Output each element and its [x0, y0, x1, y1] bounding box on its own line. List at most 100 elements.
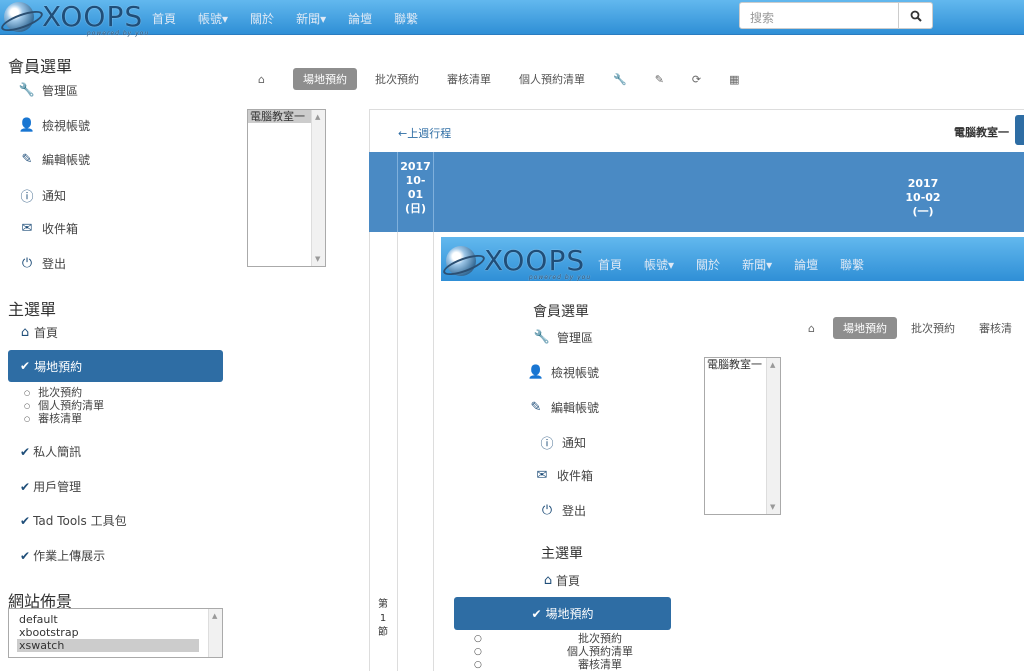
grid-icon[interactable]: ▦: [729, 73, 739, 86]
check-icon: ✔: [20, 479, 31, 494]
pencil-icon: ✎: [530, 400, 542, 415]
power-icon: ⏻: [541, 503, 553, 518]
embedded-item-venue-booking[interactable]: ✔ 場地預約: [454, 597, 671, 630]
embedded-room-select[interactable]: 電腦教室一 ▲ ▼: [704, 357, 781, 515]
info-icon: ⓘ: [540, 437, 554, 452]
main-submenu: 批次預約 個人預約清單 審核清單: [24, 386, 104, 425]
tab-batch[interactable]: 批次預約: [911, 320, 955, 336]
tab-review[interactable]: 審核清單: [447, 71, 491, 87]
home-icon: ⌂: [543, 573, 553, 588]
booking-tabs: ⌂ 場地預約 批次預約 審核清單 個人預約清單 🔧 ✎ ⟳ ▦: [258, 68, 740, 90]
home-icon[interactable]: ⌂: [808, 322, 815, 335]
nav-account[interactable]: 帳號▾: [198, 10, 228, 27]
home-icon: ⌂: [20, 325, 30, 340]
nav-about[interactable]: 關於: [696, 256, 720, 273]
member-item-edit-account[interactable]: ✎ 編輯帳號: [18, 151, 90, 168]
main-item-pm[interactable]: ✔ 私人簡訊: [20, 443, 81, 460]
power-icon: ⏻: [21, 256, 33, 271]
room-button[interactable]: [1015, 115, 1024, 145]
room-select[interactable]: 電腦教室一 ▲ ▼: [247, 109, 326, 267]
member-menu-title: 會員選單: [8, 57, 73, 76]
embedded-item-inbox[interactable]: ✉ 收件箱: [533, 467, 593, 484]
edit-icon[interactable]: ✎: [655, 73, 664, 86]
embedded-item-home[interactable]: ⌂ 首頁: [542, 572, 580, 589]
theme-option-selected[interactable]: xswatch: [17, 639, 199, 652]
home-icon[interactable]: ⌂: [258, 73, 265, 86]
main-menu-title: 主選單: [8, 300, 57, 319]
main-item-tadtools[interactable]: ✔ Tad Tools 工具包: [20, 512, 127, 529]
embedded-submenu-bullets: ○ ○ ○: [474, 634, 482, 670]
embedded-item-edit-account[interactable]: ✎ 編輯帳號: [527, 399, 599, 416]
submenu-review-list[interactable]: 審核清單: [540, 658, 660, 671]
embedded-tabs: ⌂ 場地預約 批次預約 審核清: [808, 317, 1012, 339]
check-icon: ✔: [20, 548, 31, 563]
tab-venue-booking[interactable]: 場地預約: [292, 68, 357, 90]
wrench-icon[interactable]: 🔧: [613, 73, 627, 86]
theme-select[interactable]: default xbootstrap xswatch ▲: [8, 608, 223, 658]
theme-option[interactable]: xbootstrap: [17, 626, 214, 639]
submenu-personal-list[interactable]: 個人預約清單: [24, 399, 104, 412]
scrollbar[interactable]: ▲: [208, 609, 222, 657]
member-item-logout[interactable]: ⏻ 登出: [18, 255, 66, 272]
submenu-batch[interactable]: 批次預約: [540, 632, 660, 645]
xoops-logo-icon: [446, 245, 476, 276]
theme-option[interactable]: default: [17, 613, 214, 626]
check-icon: ✔: [531, 606, 542, 621]
nav-contact[interactable]: 聯繫: [840, 256, 864, 273]
info-icon: ⓘ: [20, 190, 34, 205]
member-item-admin[interactable]: 🔧 管理區: [18, 82, 78, 99]
search-form: 搜索: [739, 2, 933, 29]
search-icon: [910, 10, 922, 22]
embedded-item-logout[interactable]: ⏻ 登出: [538, 502, 586, 519]
wrench-icon: 🔧: [533, 330, 551, 345]
member-item-inbox[interactable]: ✉ 收件箱: [18, 220, 78, 237]
main-item-homework[interactable]: ✔ 作業上傳展示: [20, 547, 105, 564]
xoops-logo-icon: [4, 1, 34, 32]
tab-review[interactable]: 審核清: [979, 320, 1012, 336]
search-button[interactable]: [899, 2, 933, 29]
submenu-personal-list[interactable]: 個人預約清單: [540, 645, 660, 658]
wrench-icon: 🔧: [18, 83, 36, 98]
main-item-venue-booking[interactable]: ✔ 場地預約: [8, 350, 223, 382]
embedded-item-view-account[interactable]: 👤 檢視帳號: [527, 364, 599, 381]
member-item-view-account[interactable]: 👤 檢視帳號: [18, 117, 90, 134]
embedded-item-notify[interactable]: ⓘ 通知: [538, 433, 586, 452]
prev-week-link[interactable]: ←上週行程: [398, 125, 451, 141]
room-option-selected[interactable]: 電腦教室一: [248, 110, 311, 123]
user-icon: 👤: [527, 365, 545, 380]
scrollbar[interactable]: ▲ ▼: [766, 358, 780, 514]
check-icon: ✔: [20, 359, 31, 373]
refresh-icon[interactable]: ⟳: [692, 73, 701, 86]
nav-contact[interactable]: 聯繫: [394, 10, 418, 27]
embedded-main-title: 主選單: [541, 546, 583, 562]
nav-forum[interactable]: 論壇: [348, 10, 372, 27]
main-item-home[interactable]: ⌂ 首頁: [18, 324, 58, 341]
embedded-item-admin[interactable]: 🔧 管理區: [533, 329, 593, 346]
member-item-notify[interactable]: ⓘ 通知: [18, 186, 66, 205]
embedded-submenu: 批次預約 個人預約清單 審核清單: [540, 632, 660, 671]
embedded-logo[interactable]: XOOPS powered by you: [446, 244, 590, 281]
tab-batch[interactable]: 批次預約: [375, 71, 419, 87]
nav-forum[interactable]: 論壇: [794, 256, 818, 273]
embedded-nav: 首頁 帳號▾ 關於 新聞▾ 論壇 聯繫: [598, 256, 886, 273]
nav-news[interactable]: 新聞▾: [742, 256, 772, 273]
submenu-batch[interactable]: 批次預約: [24, 386, 104, 399]
scrollbar[interactable]: ▲ ▼: [311, 110, 325, 266]
nav-news[interactable]: 新聞▾: [296, 10, 326, 27]
nav-home[interactable]: 首頁: [598, 256, 622, 273]
search-input[interactable]: 搜索: [739, 2, 899, 29]
nav-account[interactable]: 帳號▾: [644, 256, 674, 273]
submenu-review-list[interactable]: 審核清單: [24, 412, 104, 425]
site-logo[interactable]: XOOPS powered by you: [4, 0, 148, 37]
user-icon: 👤: [18, 118, 36, 133]
embedded-member-title: 會員選單: [533, 304, 589, 320]
nav-about[interactable]: 關於: [250, 10, 274, 27]
tab-venue-booking[interactable]: 場地預約: [832, 317, 897, 339]
check-icon: ✔: [20, 444, 31, 459]
main-item-users[interactable]: ✔ 用戶管理: [20, 478, 81, 495]
tab-personal[interactable]: 個人預約清單: [519, 71, 585, 87]
envelope-icon: ✉: [21, 221, 33, 236]
pencil-icon: ✎: [21, 152, 33, 167]
nav-home[interactable]: 首頁: [152, 10, 176, 27]
period-label: 第1節: [378, 599, 388, 638]
